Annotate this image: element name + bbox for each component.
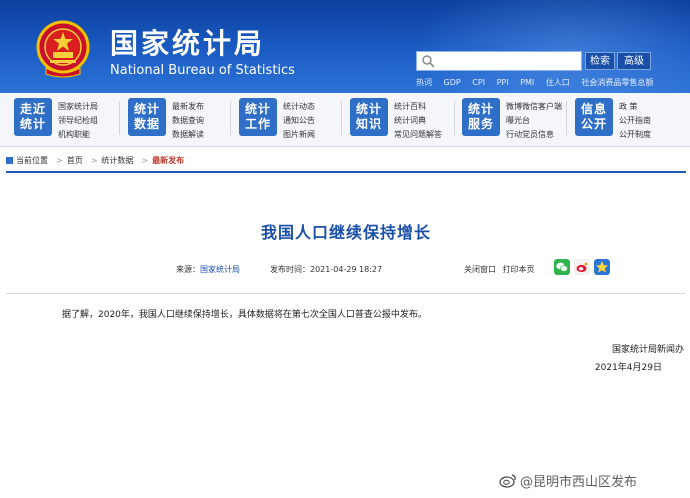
breadcrumb-separator: > — [141, 156, 149, 165]
nav-badge-line: 信息 — [580, 102, 607, 116]
nav-divider — [341, 101, 342, 135]
advanced-search-button[interactable]: 高级 — [617, 52, 651, 70]
breadcrumb-current[interactable]: 最新发布 — [152, 156, 184, 165]
main-nav: 走近 统计 国家统计局 领导纪检组 机构职能 统计 数据 最新发布 数据查询 数… — [0, 93, 690, 147]
watermark-text: @昆明市西山区发布 — [520, 475, 638, 490]
nav-links: 统计动态 通知公告 图片新闻 — [283, 100, 315, 142]
nav-badge-line: 数据 — [133, 117, 160, 131]
nav-divider — [566, 101, 567, 135]
breadcrumb-home[interactable]: 首页 — [67, 156, 83, 165]
close-window-link[interactable]: 关闭窗口 — [464, 265, 496, 274]
nav-link[interactable]: 通知公告 — [283, 114, 315, 128]
site-title-en: National Bureau of Statistics — [110, 63, 295, 78]
nav-link[interactable]: 机构职能 — [58, 128, 98, 142]
nav-link[interactable]: 常见问题解答 — [394, 128, 442, 142]
search-button[interactable]: 检索 — [585, 52, 615, 70]
nav-badge-knowledge[interactable]: 统计 知识 — [350, 98, 388, 136]
breadcrumb-separator: > — [56, 156, 63, 165]
print-link[interactable]: 打印本页 — [503, 265, 535, 274]
nav-link[interactable]: 统计百科 — [394, 100, 442, 114]
nav-link[interactable]: 图片新闻 — [283, 128, 315, 142]
nav-divider — [454, 101, 455, 135]
search-icon — [422, 55, 435, 68]
article-body: 据了解，2020年，我国人口继续保持增长，具体数据将在第七次全国人口普查公报中发… — [62, 310, 427, 320]
breadcrumb-label: 当前位置 — [16, 156, 48, 165]
nav-link[interactable]: 统计动态 — [283, 100, 315, 114]
wechat-icon[interactable] — [554, 259, 570, 275]
nav-badge-line: 统计 — [133, 102, 160, 116]
weibo-icon[interactable] — [574, 259, 590, 275]
hot-link[interactable]: PPI — [497, 78, 509, 87]
nav-link[interactable]: 公开制度 — [619, 128, 651, 142]
article-divider — [6, 293, 686, 294]
source-label: 来源： — [176, 265, 200, 274]
nav-badge-line: 工作 — [244, 117, 271, 131]
nav-badge-disclosure[interactable]: 信息 公开 — [575, 98, 613, 136]
nav-badge-line: 公开 — [580, 117, 607, 131]
nav-link[interactable]: 微博微信客户端 — [506, 100, 562, 114]
nav-link[interactable]: 公开指南 — [619, 114, 651, 128]
nav-link[interactable]: 行动党员信息 — [506, 128, 562, 142]
hot-link[interactable]: 热词 — [416, 78, 432, 87]
breadcrumb: 当前位置 > 首页 > 统计数据 > 最新发布 — [6, 155, 686, 173]
nav-link[interactable]: 政 策 — [619, 100, 651, 114]
nav-link[interactable]: 统计词典 — [394, 114, 442, 128]
nav-badge-work[interactable]: 统计 工作 — [239, 98, 277, 136]
nav-badge-about[interactable]: 走近 统计 — [14, 98, 52, 136]
nav-badge-line: 统计 — [244, 102, 271, 116]
hot-link[interactable]: GDP — [444, 78, 461, 87]
hot-links: 热词 GDP CPI PPI PMI 住人口 社会消费品零售总额 — [416, 77, 662, 88]
nav-badge-line: 统计 — [355, 102, 382, 116]
signature-org: 国家统计局新闻办 — [611, 345, 684, 355]
nav-link[interactable]: 曝光台 — [506, 114, 562, 128]
site-header: 国家统计局 National Bureau of Statistics 检索 高… — [0, 0, 690, 93]
nav-badge-line: 服务 — [467, 117, 494, 131]
hot-link[interactable]: 住人口 — [546, 78, 570, 87]
nav-link[interactable]: 最新发布 — [172, 100, 204, 114]
nav-link[interactable]: 数据查询 — [172, 114, 204, 128]
hot-link[interactable]: CPI — [472, 78, 485, 87]
article-meta: 来源：国家统计局 发布时间：2021-04-29 18:27 — [176, 264, 382, 275]
nav-divider — [119, 101, 120, 135]
publish-date: 2021-04-29 18:27 — [310, 265, 383, 274]
nav-badge-line: 统计 — [19, 117, 46, 131]
nav-badge-line: 知识 — [355, 117, 382, 131]
search-input[interactable] — [416, 51, 582, 71]
article-title: 我国人口继续保持增长 — [260, 223, 431, 242]
qzone-icon[interactable] — [594, 259, 610, 275]
source-link[interactable]: 国家统计局 — [200, 265, 240, 274]
date-label: 发布时间： — [270, 265, 310, 274]
nav-link[interactable]: 国家统计局 — [58, 100, 98, 114]
nav-links: 统计百科 统计词典 常见问题解答 — [394, 100, 442, 142]
article: 我国人口继续保持增长 来源：国家统计局 发布时间：2021-04-29 18:27… — [6, 173, 686, 465]
nav-badge-service[interactable]: 统计 服务 — [462, 98, 500, 136]
nav-links: 国家统计局 领导纪检组 机构职能 — [58, 100, 98, 142]
hot-link[interactable]: PMI — [520, 78, 534, 87]
nav-badge-data[interactable]: 统计 数据 — [128, 98, 166, 136]
nav-links: 政 策 公开指南 公开制度 — [619, 100, 651, 142]
hot-link[interactable]: 社会消费品零售总额 — [581, 78, 653, 87]
nav-link[interactable]: 数据解读 — [172, 128, 204, 142]
nav-badge-line: 走近 — [19, 102, 46, 116]
nav-links: 最新发布 数据查询 数据解读 — [172, 100, 204, 142]
nav-divider — [230, 101, 231, 135]
article-actions: 关闭窗口 打印本页 — [464, 264, 539, 275]
breadcrumb-statistics-data[interactable]: 统计数据 — [101, 156, 133, 165]
nav-links: 微博微信客户端 曝光台 行动党员信息 — [506, 100, 562, 142]
site-title-cn[interactable]: 国家统计局 — [110, 22, 265, 62]
nav-badge-line: 统计 — [467, 102, 494, 116]
weibo-watermark-icon — [499, 474, 516, 488]
national-emblem-icon[interactable] — [36, 20, 90, 78]
location-pin-icon — [6, 157, 13, 164]
signature-date: 2021年4月29日 — [594, 363, 662, 373]
breadcrumb-separator: > — [90, 156, 98, 165]
nav-link[interactable]: 领导纪检组 — [58, 114, 98, 128]
